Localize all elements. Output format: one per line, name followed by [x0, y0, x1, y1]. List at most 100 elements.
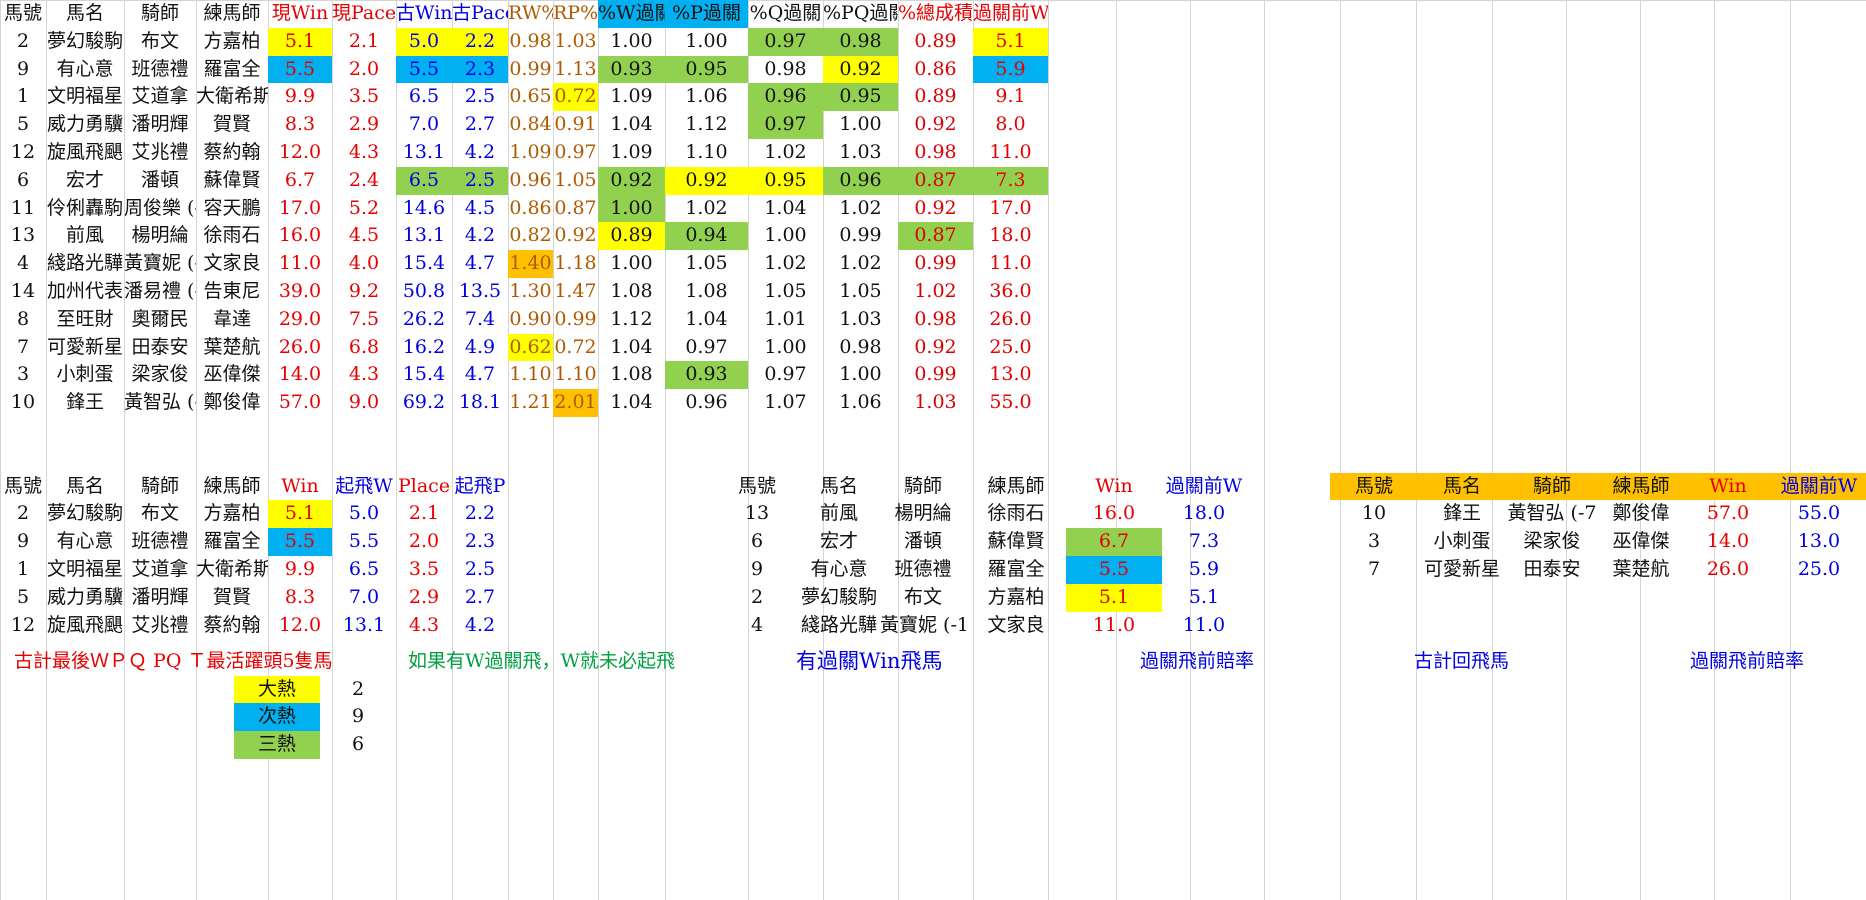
table1-cell[interactable]: 1.05 — [823, 278, 898, 306]
table1-cell[interactable]: 1.04 — [598, 334, 665, 362]
table1-header[interactable]: %Q過關 — [748, 0, 823, 28]
table3-cell[interactable]: 4 — [716, 612, 798, 640]
table1-cell[interactable]: 1.10 — [665, 139, 748, 167]
table2-cell[interactable]: 旋風飛颶 — [46, 612, 124, 640]
table1-cell[interactable]: 蔡約翰 — [196, 139, 268, 167]
table3-cell[interactable]: 11.0 — [1162, 612, 1246, 640]
table2-cell[interactable]: 6.5 — [332, 556, 396, 584]
table1-cell[interactable]: 班德禮 — [124, 56, 196, 84]
table1-cell[interactable]: 1.00 — [748, 334, 823, 362]
table1-cell[interactable]: 50.8 — [396, 278, 452, 306]
table1-cell[interactable]: 0.99 — [508, 56, 553, 84]
table4-cell[interactable]: 田泰安 — [1506, 556, 1598, 584]
table1-cell[interactable]: 1.00 — [598, 250, 665, 278]
table3-header[interactable]: 騎師 — [880, 473, 966, 501]
table1-cell[interactable]: 1.03 — [898, 389, 973, 417]
table3-cell[interactable]: 9 — [716, 556, 798, 584]
table1-cell[interactable]: 55.0 — [973, 389, 1048, 417]
table1-cell[interactable]: 文明福星 — [46, 83, 124, 111]
table1-cell[interactable]: 17.0 — [268, 195, 332, 223]
table3-cell[interactable]: 16.0 — [1066, 500, 1162, 528]
table1-cell[interactable]: 0.92 — [665, 166, 748, 195]
table3-cell[interactable]: 徐雨石 — [966, 500, 1066, 528]
table1-cell[interactable]: 7 — [0, 334, 46, 362]
table1-cell[interactable]: 1.01 — [748, 306, 823, 334]
table2-header[interactable]: 騎師 — [124, 473, 196, 501]
table1-cell[interactable]: 1.07 — [748, 389, 823, 417]
table1-header[interactable]: 騎師 — [124, 0, 196, 28]
table1-cell[interactable]: 16.2 — [396, 334, 452, 362]
table3-cell[interactable]: 13 — [716, 500, 798, 528]
table1-cell[interactable]: 巫偉傑 — [196, 361, 268, 389]
table1-cell[interactable]: 潘明輝 — [124, 111, 196, 139]
table3-cell[interactable]: 5.5 — [1066, 556, 1162, 584]
table1-cell[interactable]: 0.98 — [748, 56, 823, 84]
table1-cell[interactable]: 徐雨石 — [196, 222, 268, 250]
table2-cell[interactable]: 羅富全 — [196, 528, 268, 556]
table1-cell[interactable]: 艾兆禮 — [124, 139, 196, 167]
table1-cell[interactable]: 18.1 — [452, 389, 508, 417]
table1-cell[interactable]: 告東尼 — [196, 278, 268, 306]
table1-cell[interactable]: 8 — [0, 306, 46, 334]
table3-cell[interactable]: 11.0 — [1066, 612, 1162, 640]
table1-cell[interactable]: 12 — [0, 139, 46, 167]
table1-cell[interactable]: 黃寶妮 (-10 — [124, 250, 196, 278]
table2-cell[interactable]: 12 — [0, 612, 46, 640]
table1-cell[interactable]: 25.0 — [973, 334, 1048, 362]
table1-cell[interactable]: 1.09 — [508, 139, 553, 167]
table4-cell[interactable]: 可愛新星 — [1418, 556, 1506, 584]
table1-cell[interactable]: 1.02 — [665, 195, 748, 223]
table2-cell[interactable]: 文明福星 — [46, 556, 124, 584]
table1-cell[interactable]: 4.0 — [332, 250, 396, 278]
table1-cell[interactable]: 0.98 — [898, 139, 973, 167]
table4-cell[interactable]: 鋒王 — [1418, 500, 1506, 528]
table1-cell[interactable]: 宏才 — [46, 167, 124, 195]
table1-cell[interactable]: 容天鵬 — [196, 195, 268, 223]
table1-cell[interactable]: 韋達 — [196, 306, 268, 334]
table1-cell[interactable]: 1.00 — [823, 111, 898, 139]
table3-cell[interactable]: 2 — [716, 584, 798, 612]
table1-cell[interactable]: 1.10 — [553, 361, 598, 389]
table1-header[interactable]: 古Pace — [452, 0, 508, 28]
table1-cell[interactable]: 0.92 — [898, 334, 973, 362]
table1-cell[interactable]: 1.06 — [665, 83, 748, 111]
table4-cell[interactable]: 14.0 — [1684, 528, 1772, 556]
table1-cell[interactable]: 1.18 — [553, 250, 598, 278]
spreadsheet-grid[interactable]: 馬號馬名騎師練馬師現Win現Pace古Win古PaceRW%RP%%W過關%P過… — [0, 0, 1866, 900]
table1-cell[interactable]: 0.84 — [508, 111, 553, 139]
table2-header[interactable]: 起飛P — [452, 473, 508, 501]
table1-cell[interactable]: 26.0 — [268, 334, 332, 362]
table1-cell[interactable]: 4.9 — [452, 334, 508, 362]
table1-cell[interactable]: 13.5 — [452, 278, 508, 306]
table1-cell[interactable]: 0.91 — [553, 111, 598, 139]
table1-cell[interactable]: 1.47 — [553, 278, 598, 306]
table1-cell[interactable]: 2.5 — [452, 83, 508, 111]
table1-cell[interactable]: 6.7 — [268, 167, 332, 195]
table1-header[interactable]: %總成積 — [898, 0, 973, 28]
table1-cell[interactable]: 2.1 — [332, 28, 396, 56]
table3-cell[interactable]: 6 — [716, 528, 798, 556]
table1-cell[interactable]: 1.03 — [823, 139, 898, 167]
table1-cell[interactable]: 1.08 — [665, 278, 748, 306]
table4-cell[interactable]: 10 — [1330, 500, 1418, 528]
table4-cell[interactable]: 巫偉傑 — [1598, 528, 1684, 556]
table1-cell[interactable]: 4.2 — [452, 139, 508, 167]
table2-cell[interactable]: 方嘉柏 — [196, 500, 268, 528]
table1-cell[interactable]: 4.5 — [332, 222, 396, 250]
table1-cell[interactable]: 伶俐轟駒 — [46, 195, 124, 223]
table1-cell[interactable]: 1.30 — [508, 278, 553, 306]
table1-cell[interactable]: 1.00 — [598, 194, 665, 223]
table3-cell[interactable]: 布文 — [880, 584, 966, 612]
table2-cell[interactable]: 大衛希斯 — [196, 556, 268, 584]
table3-cell[interactable]: 綫路光驊 — [798, 612, 880, 640]
table2-header[interactable]: 起飛W — [332, 473, 396, 501]
table1-cell[interactable]: 16.0 — [268, 222, 332, 250]
table1-cell[interactable]: 14.0 — [268, 361, 332, 389]
table2-cell[interactable]: 4.3 — [396, 612, 452, 640]
table1-cell[interactable]: 15.4 — [396, 250, 452, 278]
table1-cell[interactable]: 2.5 — [452, 166, 508, 195]
table1-cell[interactable]: 1.05 — [748, 278, 823, 306]
table1-cell[interactable]: 9.1 — [973, 83, 1048, 111]
table1-cell[interactable]: 0.72 — [553, 83, 598, 112]
table3-header[interactable]: 練馬師 — [966, 473, 1066, 501]
